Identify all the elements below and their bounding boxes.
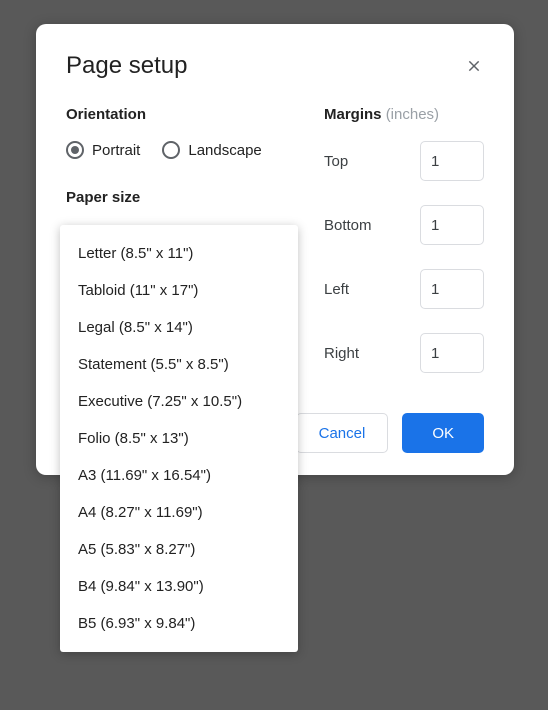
paper-size-option[interactable]: A5 (5.83" x 8.27") — [60, 531, 298, 568]
orientation-label: Orientation — [66, 106, 294, 123]
margin-right-row: Right — [324, 333, 484, 373]
paper-size-label: Paper size — [66, 189, 294, 206]
margin-left-row: Left — [324, 269, 484, 309]
ok-button[interactable]: OK — [402, 413, 484, 453]
margin-right-label: Right — [324, 345, 359, 362]
paper-size-option[interactable]: Executive (7.25" x 10.5") — [60, 383, 298, 420]
orientation-radio-group: Portrait Landscape — [66, 141, 294, 159]
right-column: Margins (inches) Top Bottom Left Right — [324, 106, 484, 397]
orientation-landscape-radio[interactable]: Landscape — [162, 141, 261, 159]
margins-label-text: Margins — [324, 106, 382, 123]
margin-bottom-row: Bottom — [324, 205, 484, 245]
paper-size-option[interactable]: Statement (5.5" x 8.5") — [60, 346, 298, 383]
margin-bottom-label: Bottom — [324, 217, 372, 234]
margin-left-label: Left — [324, 281, 349, 298]
paper-size-option[interactable]: A4 (8.27" x 11.69") — [60, 494, 298, 531]
paper-size-option[interactable]: Folio (8.5" x 13") — [60, 420, 298, 457]
paper-size-option[interactable]: Letter (8.5" x 11") — [60, 235, 298, 272]
margins-label: Margins (inches) — [324, 106, 484, 123]
dialog-title: Page setup — [66, 52, 187, 80]
margin-left-input[interactable] — [420, 269, 484, 309]
orientation-portrait-radio[interactable]: Portrait — [66, 141, 140, 159]
margin-top-label: Top — [324, 153, 348, 170]
cancel-button[interactable]: Cancel — [296, 413, 389, 453]
paper-size-option[interactable]: Tabloid (11" x 17") — [60, 272, 298, 309]
paper-size-dropdown[interactable]: Letter (8.5" x 11") Tabloid (11" x 17") … — [60, 225, 298, 652]
radio-icon — [162, 141, 180, 159]
margin-top-input[interactable] — [420, 141, 484, 181]
paper-size-option[interactable]: A3 (11.69" x 16.54") — [60, 457, 298, 494]
margin-bottom-input[interactable] — [420, 205, 484, 245]
dialog-header: Page setup — [66, 52, 484, 80]
paper-size-option[interactable]: B4 (9.84" x 13.90") — [60, 568, 298, 605]
radio-icon — [66, 141, 84, 159]
paper-size-option[interactable]: B5 (6.93" x 9.84") — [60, 605, 298, 642]
orientation-portrait-label: Portrait — [92, 142, 140, 159]
margin-right-input[interactable] — [420, 333, 484, 373]
orientation-landscape-label: Landscape — [188, 142, 261, 159]
margin-top-row: Top — [324, 141, 484, 181]
close-button[interactable] — [464, 56, 484, 76]
close-icon — [466, 58, 482, 74]
margins-unit: (inches) — [386, 106, 439, 123]
paper-size-option[interactable]: Legal (8.5" x 14") — [60, 309, 298, 346]
